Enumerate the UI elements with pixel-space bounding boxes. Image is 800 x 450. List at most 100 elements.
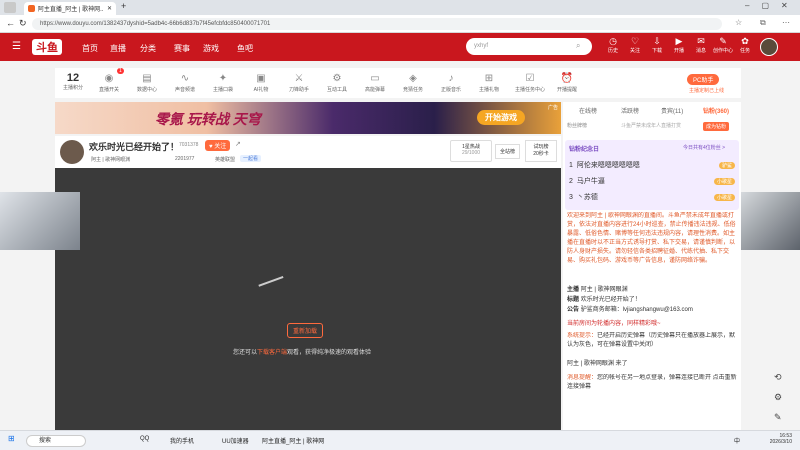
favorites-icon[interactable]: ☆ bbox=[735, 18, 742, 27]
tool-bladefight[interactable]: ⚔ 刀锋助手 bbox=[283, 72, 315, 93]
message-icon: ✉ bbox=[697, 36, 705, 46]
tool-live-switch[interactable]: ◉ 直播开关 bbox=[93, 72, 125, 93]
info-key: 标题 bbox=[567, 297, 580, 303]
broadcast-button[interactable]: ▶ 开播 bbox=[668, 36, 690, 54]
tool-data[interactable]: ▤ 数据中心 bbox=[131, 72, 163, 93]
close-window-icon[interactable]: ✕ bbox=[781, 1, 800, 10]
info-key: 公告 bbox=[567, 307, 580, 313]
taskbar-search[interactable]: 搜索 bbox=[26, 435, 86, 447]
category-link[interactable]: 英雄联盟 bbox=[215, 156, 235, 163]
creator-button[interactable]: ✎ 创作中心 bbox=[712, 36, 734, 54]
taskbar-qq[interactable]: QQ bbox=[140, 436, 149, 442]
extensions-icon[interactable]: ⧉ bbox=[760, 18, 766, 28]
score-box[interactable]: 12 主播积分 bbox=[63, 72, 83, 91]
history-button[interactable]: ◷ 历史 bbox=[602, 36, 624, 54]
tool-interactive[interactable]: ⚙ 互动工具 bbox=[321, 72, 353, 93]
fan-badge-rank[interactable]: 粉丝牌榜 bbox=[567, 122, 587, 129]
download-button[interactable]: ⇩ 下载 bbox=[646, 36, 668, 54]
voice-icon: ∿ bbox=[180, 73, 190, 84]
back-icon[interactable]: ← bbox=[6, 18, 15, 28]
download-client-link[interactable]: 下载客户端 bbox=[257, 350, 287, 356]
ad-label: 广告 bbox=[547, 105, 558, 111]
diamond-card: 钻粉纪念日 今日共有4位粉丝 > 1 阿伦来嗯嗯嗯嗯嗯嗯 驴鲨 2 马户牛逼 小歌星 3… bbox=[565, 140, 739, 210]
follow-room-label: 关注 bbox=[214, 144, 227, 150]
tab-close-icon[interactable]: ✕ bbox=[107, 5, 112, 12]
minimize-icon[interactable]: – bbox=[745, 1, 761, 10]
tool-label: 刀锋助手 bbox=[288, 87, 309, 93]
streamer-avatar[interactable] bbox=[60, 140, 84, 164]
fan-row[interactable]: 2 马户牛逼 小歌星 bbox=[569, 176, 735, 186]
streamer-name[interactable]: 阿主 | 歌神网眼渊 bbox=[91, 156, 130, 163]
tab-diamond-fans[interactable]: 钻粉(360) bbox=[703, 106, 729, 115]
fan-rank: 3 bbox=[569, 193, 573, 201]
edit-side-icon[interactable]: ✎ bbox=[774, 412, 782, 423]
search-icon[interactable]: ⌕ bbox=[576, 41, 580, 51]
message-notice: 消息提醒：您的帐号在另一地点登录，弹幕连接已断开 点击重新连接弹幕 bbox=[567, 374, 737, 394]
tool-music[interactable]: ♪ 正版音乐 bbox=[435, 72, 467, 93]
side-panel: 在线榜 活跃榜 贵宾(11) 钻粉(360) 粉丝牌榜 斗鱼严禁未成年人直播打赏… bbox=[563, 102, 741, 430]
site-logo[interactable]: 斗鱼 bbox=[32, 39, 62, 55]
tab-vip[interactable]: 贵宾(11) bbox=[661, 106, 683, 115]
tab-active-rank[interactable]: 活跃榜 bbox=[621, 106, 639, 115]
start-icon[interactable]: ⊞ bbox=[8, 434, 15, 443]
more-icon[interactable]: ⋯ bbox=[782, 18, 790, 27]
follow-room-button[interactable]: ♥ 关注 bbox=[205, 140, 231, 151]
follow-button[interactable]: ♡ 关注 bbox=[624, 36, 646, 54]
site-rank-button[interactable]: 全站榜 bbox=[495, 144, 521, 159]
history-side-icon[interactable]: ⟲ bbox=[774, 372, 782, 383]
barrage-icon: ▭ bbox=[370, 73, 380, 84]
tool-ai[interactable]: ▣ AI礼物 bbox=[245, 72, 277, 93]
tryout-sub: 20秒卡 bbox=[533, 151, 549, 157]
settings-side-icon[interactable]: ⚙ bbox=[774, 392, 782, 403]
game-banner-ad[interactable]: 零氪 玩转战 天穹 开始游戏 广告 bbox=[55, 102, 561, 134]
reload-button[interactable]: 重新加载 bbox=[287, 323, 324, 338]
arrival-notice: 阿主 | 歌神网眼渊 来了 bbox=[567, 361, 628, 367]
pc-assistant-link[interactable]: 主播定制己上线 bbox=[689, 87, 724, 94]
tryout-box[interactable]: 试玩榜 20秒卡 bbox=[525, 140, 557, 162]
tool-task-center[interactable]: ☑ 主播任务中心 bbox=[511, 72, 549, 93]
tool-voice[interactable]: ∿ 声音频谱 bbox=[169, 72, 201, 93]
user-avatar[interactable] bbox=[760, 38, 778, 56]
message-button[interactable]: ✉ 消息 bbox=[690, 36, 712, 54]
url-field[interactable]: https://www.douyu.com/1382437dyshid=5adb… bbox=[32, 18, 722, 30]
pc-assistant-button[interactable]: PC助手 bbox=[687, 74, 720, 85]
taskbar-browser[interactable]: 阿主直播_阿主 | 歌神网 bbox=[262, 436, 324, 445]
tool-gift[interactable]: ⊞ 主播礼物 bbox=[473, 72, 505, 93]
nav-home[interactable]: 首页 bbox=[82, 43, 98, 54]
score-label: 主播积分 bbox=[63, 85, 84, 91]
become-diamond-button[interactable]: 成为钻粉 bbox=[703, 122, 730, 131]
tab-online-rank[interactable]: 在线榜 bbox=[579, 106, 597, 115]
tab-actions-button[interactable] bbox=[4, 2, 16, 13]
diamond-title: 钻粉纪念日 bbox=[569, 147, 600, 153]
task-button[interactable]: ✿ 任务 bbox=[734, 36, 756, 54]
fan-row[interactable]: 3 丶苏德 小歌星 bbox=[569, 192, 735, 202]
taskbar-uu[interactable]: UU加速器 bbox=[222, 436, 249, 445]
refresh-icon[interactable]: ↻ bbox=[19, 18, 27, 29]
nav-category[interactable]: 分类 bbox=[140, 43, 156, 54]
download-icon: ⇩ bbox=[653, 36, 661, 46]
tool-mouth[interactable]: ✦ 主播口袋 bbox=[207, 72, 239, 93]
maximize-icon[interactable]: ▢ bbox=[761, 1, 781, 10]
browser-tab[interactable]: 阿主直播_阿主 | 歌神网... ✕ bbox=[24, 2, 116, 15]
fan-row[interactable]: 1 阿伦来嗯嗯嗯嗯嗯嗯 驴鲨 bbox=[569, 160, 735, 170]
nav-live[interactable]: 直播 bbox=[110, 43, 126, 54]
taskbar-phone[interactable]: 我的手机 bbox=[170, 436, 194, 445]
new-tab-button[interactable]: + bbox=[121, 1, 126, 11]
diamond-time[interactable]: 今日共有4位粉丝 > bbox=[683, 144, 725, 151]
nav-events[interactable]: 赛事 bbox=[174, 43, 190, 54]
nav-games[interactable]: 游戏 bbox=[203, 43, 219, 54]
menu-icon[interactable]: ☰ bbox=[12, 41, 21, 52]
task-label: 任务 bbox=[739, 48, 750, 54]
video-player[interactable]: 重新加载 您还可以下载客户端观看，获得纯净极速的观看体验 bbox=[55, 168, 561, 430]
share-icon[interactable]: ↗ bbox=[235, 140, 241, 148]
rank-box[interactable]: 1星热战 29/1000 bbox=[450, 140, 492, 162]
banner-play-button[interactable]: 开始游戏 bbox=[477, 110, 525, 125]
tool-guess[interactable]: ◈ 竞猜任务 bbox=[397, 72, 429, 93]
room-tag[interactable]: 一起看 bbox=[240, 155, 262, 162]
taskbar-clock[interactable]: 16:53 2026/3/10 bbox=[752, 433, 792, 445]
tool-alarm[interactable]: ⏰ 开播提醒 bbox=[551, 72, 583, 93]
nav-fishbar[interactable]: 鱼吧 bbox=[237, 43, 253, 54]
search-input[interactable]: yxhyf bbox=[466, 38, 592, 55]
input-language[interactable]: 中 bbox=[734, 436, 740, 445]
tool-barrage[interactable]: ▭ 高能弹幕 bbox=[359, 72, 391, 93]
